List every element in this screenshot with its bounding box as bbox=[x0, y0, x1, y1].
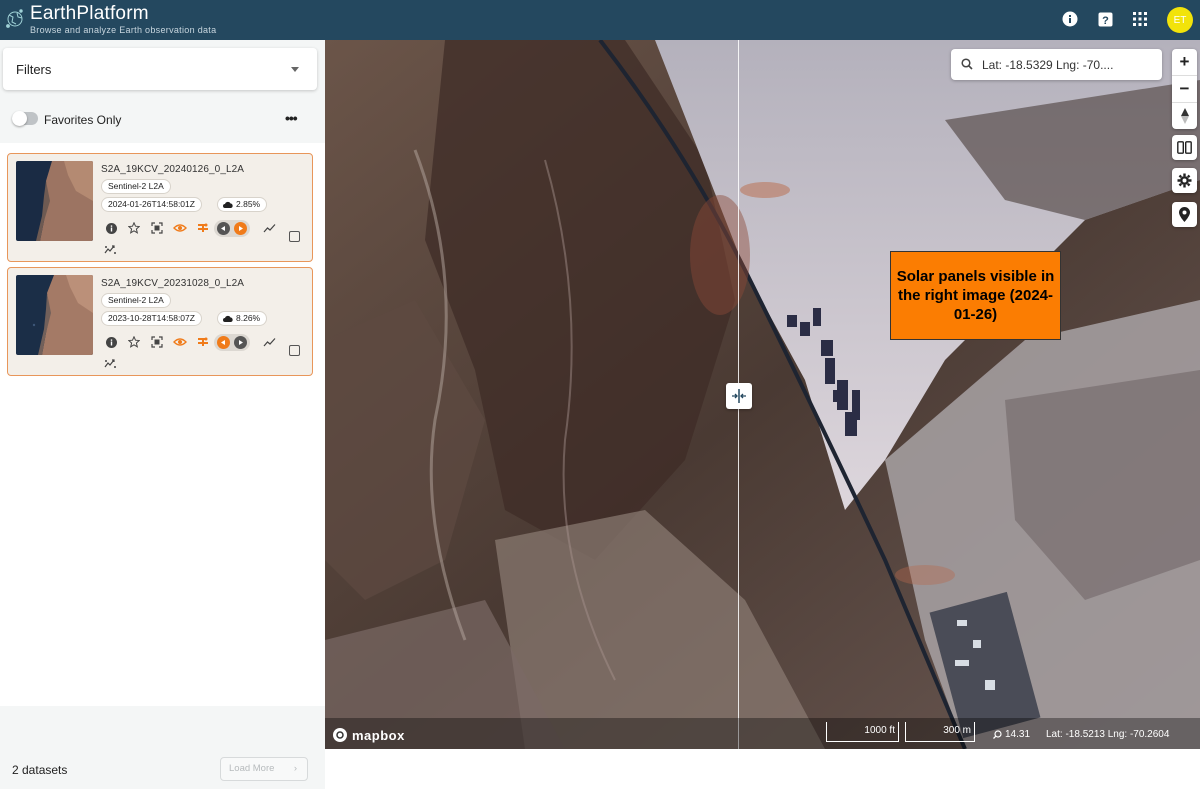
scale-bar-imperial: 1000 ft bbox=[826, 722, 899, 742]
cloud-icon bbox=[223, 201, 233, 208]
compass-icon bbox=[1180, 108, 1189, 124]
compare-mode-button[interactable] bbox=[1172, 135, 1197, 160]
svg-text:?: ? bbox=[1102, 15, 1109, 27]
mapbox-logo[interactable]: mapbox bbox=[332, 727, 405, 743]
split-view-icon bbox=[1177, 141, 1192, 154]
dataset-card[interactable]: S2A_19KCV_20231028_0_L2A Sentinel-2 L2A … bbox=[7, 267, 313, 376]
layers-icon[interactable] bbox=[196, 335, 210, 349]
top-bar: EarthPlatform Browse and analyze Earth o… bbox=[0, 0, 1200, 40]
info-circle-icon[interactable] bbox=[104, 221, 118, 235]
dataset-thumbnail bbox=[16, 275, 93, 355]
zoom-in-button[interactable]: + bbox=[1172, 49, 1197, 75]
dataset-thumbnail bbox=[16, 161, 93, 241]
collection-chip: Sentinel-2 L2A bbox=[101, 179, 171, 194]
filters-label: Filters bbox=[16, 62, 52, 77]
change-detection-icon[interactable] bbox=[104, 356, 118, 370]
satellite-imagery[interactable] bbox=[325, 40, 1200, 749]
cloud-cover-value: 8.26% bbox=[236, 313, 261, 323]
settings-button[interactable] bbox=[1172, 168, 1197, 193]
cloud-cover-value: 2.85% bbox=[236, 199, 261, 209]
gear-icon bbox=[1177, 173, 1192, 188]
help-icon[interactable]: ? bbox=[1096, 10, 1114, 28]
coordinate-search[interactable]: Lat: -18.5329 Lng: -70.... bbox=[951, 49, 1162, 80]
trend-chart-icon[interactable] bbox=[262, 335, 276, 349]
user-avatar[interactable]: ET bbox=[1167, 7, 1193, 33]
info-circle-icon[interactable] bbox=[104, 335, 118, 349]
search-input[interactable]: Lat: -18.5329 Lng: -70.... bbox=[982, 58, 1113, 72]
load-more-button[interactable]: Load More › bbox=[220, 757, 308, 781]
sidebar-footer: 2 datasets Load More › bbox=[0, 746, 325, 789]
sidebar: Filters Favorites Only ••• S2A_19KCV_202… bbox=[0, 40, 325, 789]
zoom-level: 14.31 bbox=[1005, 729, 1031, 740]
app-tagline: Browse and analyze Earth observation dat… bbox=[30, 25, 217, 35]
eye-icon[interactable] bbox=[173, 221, 187, 235]
map-status-bar: mapbox 1000 ft 300 m 14.31 Lat: -18.5213… bbox=[325, 718, 1200, 749]
compare-side-toggle bbox=[214, 334, 250, 351]
chevron-right-icon: › bbox=[293, 763, 297, 774]
earth-logo-icon bbox=[6, 9, 23, 28]
cloud-cover-chip: 2.85% bbox=[217, 197, 268, 212]
compass-button[interactable] bbox=[1172, 103, 1197, 129]
mapbox-wordmark: mapbox bbox=[352, 727, 405, 743]
collection-chip: Sentinel-2 L2A bbox=[101, 293, 171, 308]
favorites-label: Favorites Only bbox=[44, 113, 122, 127]
location-button[interactable] bbox=[1172, 202, 1197, 227]
dataset-card[interactable]: S2A_19KCV_20240126_0_L2A Sentinel-2 L2A … bbox=[7, 153, 313, 262]
dataset-select-checkbox[interactable] bbox=[289, 345, 300, 356]
dataset-count: 2 datasets bbox=[12, 763, 68, 777]
search-icon bbox=[961, 58, 973, 70]
swipe-arrows-icon bbox=[732, 389, 746, 403]
dataset-title: S2A_19KCV_20231028_0_L2A bbox=[101, 278, 245, 289]
filters-dropdown[interactable]: Filters bbox=[3, 48, 317, 90]
info-icon[interactable] bbox=[1061, 10, 1079, 28]
star-icon[interactable] bbox=[127, 221, 141, 235]
mapbox-icon bbox=[333, 728, 347, 742]
dataset-title: S2A_19KCV_20240126_0_L2A bbox=[101, 164, 245, 175]
layers-icon[interactable] bbox=[196, 221, 210, 235]
map-view[interactable]: Lat: -18.5329 Lng: -70.... + − Solar pan… bbox=[325, 40, 1200, 749]
right-side-button[interactable] bbox=[234, 336, 247, 349]
right-side-button[interactable] bbox=[234, 222, 247, 235]
dataset-list: S2A_19KCV_20240126_0_L2A Sentinel-2 L2A … bbox=[0, 143, 325, 706]
toggle-knob bbox=[12, 111, 27, 126]
annotation-callout: Solar panels visible in the right image … bbox=[890, 251, 1061, 340]
change-detection-icon[interactable] bbox=[104, 242, 118, 256]
swipe-handle[interactable] bbox=[726, 383, 752, 409]
zoom-controls: + − bbox=[1172, 49, 1197, 129]
zoom-to-extent-icon[interactable] bbox=[150, 335, 164, 349]
zoom-to-extent-icon[interactable] bbox=[150, 221, 164, 235]
eye-icon[interactable] bbox=[173, 335, 187, 349]
compare-side-toggle bbox=[214, 220, 250, 237]
zoom-out-button[interactable]: − bbox=[1172, 76, 1197, 102]
dataset-select-checkbox[interactable] bbox=[289, 231, 300, 242]
datetime-chip: 2023-10-28T14:58:07Z bbox=[101, 311, 202, 326]
caret-down-icon bbox=[291, 67, 299, 72]
trend-chart-icon[interactable] bbox=[262, 221, 276, 235]
favorites-toggle[interactable] bbox=[12, 111, 38, 126]
star-icon[interactable] bbox=[127, 335, 141, 349]
magnifier-icon bbox=[993, 730, 1002, 739]
left-side-button[interactable] bbox=[217, 336, 230, 349]
scale-bar-metric: 300 m bbox=[905, 722, 975, 742]
cursor-coordinates: Lat: -18.5213 Lng: -70.2604 bbox=[1046, 729, 1170, 740]
map-pin-icon bbox=[1179, 207, 1190, 222]
zoom-readout: 14.31 bbox=[993, 729, 1030, 740]
left-side-button[interactable] bbox=[217, 222, 230, 235]
cloud-icon bbox=[223, 315, 233, 322]
more-options-icon[interactable]: ••• bbox=[285, 110, 298, 126]
datetime-chip: 2024-01-26T14:58:01Z bbox=[101, 197, 202, 212]
app-brand[interactable]: EarthPlatform bbox=[30, 3, 149, 25]
cloud-cover-chip: 8.26% bbox=[217, 311, 268, 326]
apps-grid-icon[interactable] bbox=[1131, 10, 1149, 28]
load-more-label: Load More bbox=[229, 763, 275, 774]
